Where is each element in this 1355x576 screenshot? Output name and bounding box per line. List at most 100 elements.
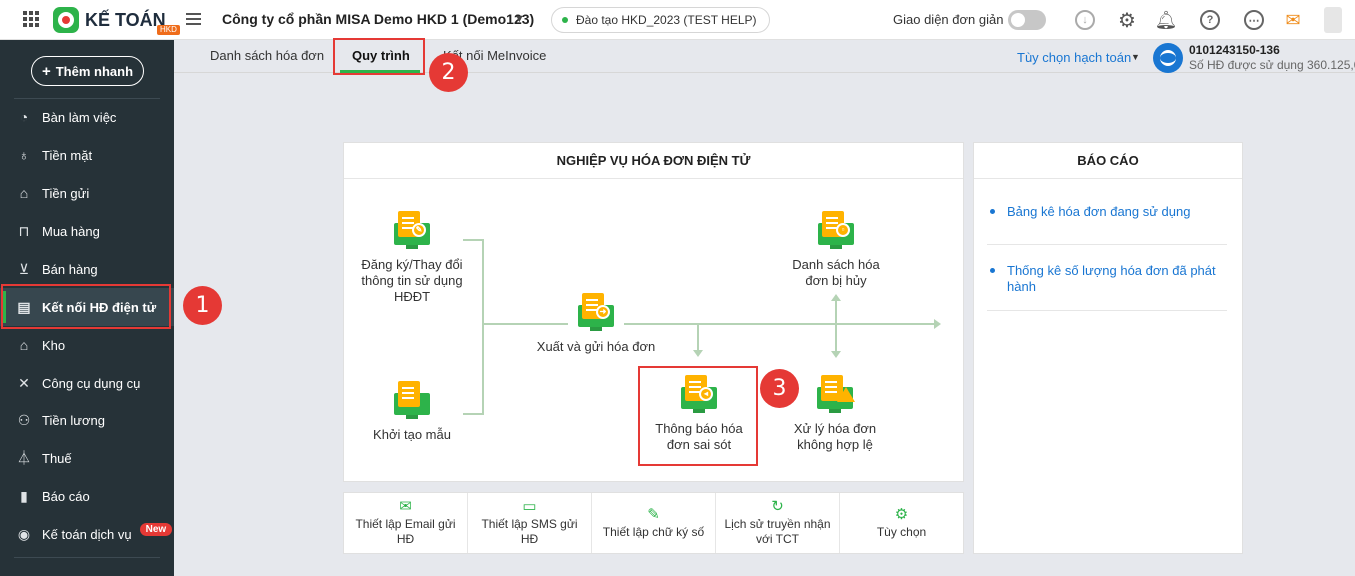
sidebar-item-warehouse[interactable]: ⌂ Kho <box>0 326 174 364</box>
options-label: Tùy chọn <box>876 524 927 539</box>
cancelled-list-item[interactable]: ▫ Danh sách hóa đơn bị hủy <box>783 211 889 289</box>
invalid-handle-label: Xử lý hóa đơn không hợp lệ <box>793 421 877 452</box>
sms-settings-label: Thiết lập SMS gửi HĐ <box>481 517 578 546</box>
sidebar-item-label: Tiền lương <box>42 412 105 428</box>
more-icon[interactable]: ⋯ <box>1243 9 1265 31</box>
arrow-up-icon <box>831 294 841 301</box>
signature-settings-label: Thiết lập chữ ký số <box>602 524 705 539</box>
arrow-down-icon <box>693 350 703 357</box>
app-name: KẾ TOÁN <box>85 10 166 30</box>
sidebar-item-dashboard[interactable]: ◔ Bàn làm việc <box>0 98 174 136</box>
tax-id: 0101243150-136 <box>1189 43 1280 57</box>
top-bar: KẾ TOÁN HKD Công ty cổ phần MISA Demo HK… <box>0 0 1355 40</box>
sidebar-item-tax[interactable]: ⏃ Thuế <box>0 439 174 477</box>
divider <box>987 244 1227 245</box>
init-template-label: Khởi tạo mẫu <box>373 427 451 442</box>
invoices-used: Số HĐ được sử dụng 360.125,0 <box>1189 58 1355 72</box>
warehouse-icon: ⌂ <box>19 337 29 353</box>
email-settings-button[interactable]: ✉ Thiết lập Email gửi HĐ <box>344 493 468 553</box>
meinvoice-logo-icon <box>1153 43 1183 73</box>
tax-history-button[interactable]: ↻ Lịch sử truyền nhận với TCT <box>716 493 840 553</box>
sidebar-item-service-accounting[interactable]: ◉ Kế toán dịch vụ New <box>0 515 174 553</box>
options-button[interactable]: ⚙ Tùy chọn <box>840 493 963 553</box>
avatar[interactable] <box>1324 7 1342 33</box>
arrow-right-icon <box>934 319 941 329</box>
plus-icon: + <box>41 62 51 80</box>
connector-line <box>697 324 699 350</box>
report-title: BÁO CÁO <box>974 143 1242 179</box>
sidebar-item-label: Công cụ dụng cụ <box>42 375 141 391</box>
process-title: NGHIỆP VỤ HÓA ĐƠN ĐIỆN TỬ <box>344 143 963 179</box>
report-link-issued-stats[interactable]: Thống kê số lượng hóa đơn đã phát hành <box>1007 263 1222 295</box>
highlight-box-error-notice <box>638 366 758 466</box>
service-icon: ◉ <box>17 525 31 542</box>
bell-icon[interactable]: 🔔︎ <box>1155 9 1178 31</box>
sidebar-item-label: Kho <box>42 337 66 353</box>
sidebar-item-label: Mua hàng <box>42 223 100 239</box>
sms-icon: ▭ <box>522 498 537 515</box>
app-edition-badge: HKD <box>157 25 180 35</box>
connector-line <box>482 239 484 415</box>
cart-icon: ⊻ <box>18 260 30 277</box>
shopping-bag-icon: ⊓ <box>18 222 30 239</box>
environment-label: Đào tạo HKD_2023 (TEST HELP) <box>576 13 757 27</box>
menu-toggle-icon[interactable] <box>186 13 201 25</box>
highlight-box-tab <box>333 38 425 75</box>
tax-history-label: Lịch sử truyền nhận với TCT <box>724 517 831 546</box>
step-1-marker: 1 <box>183 286 222 325</box>
sidebar-item-label: Thuế <box>42 450 72 466</box>
salary-icon: ⚇ <box>17 411 31 428</box>
signature-settings-button[interactable]: ✎ Thiết lập chữ ký số <box>592 493 716 553</box>
register-einvoice-item[interactable]: ✎ Đăng ký/Thay đổi thông tin sử dụng HĐĐ… <box>360 211 464 305</box>
connector-line <box>463 413 483 415</box>
settings-bar: ✉ Thiết lập Email gửi HĐ ▭ Thiết lập SMS… <box>343 492 964 554</box>
simple-mode-toggle[interactable] <box>1008 10 1046 30</box>
connector-line <box>463 239 483 241</box>
app-logo[interactable]: KẾ TOÁN HKD <box>53 5 180 35</box>
sidebar-item-salary[interactable]: ⚇ Tiền lương <box>0 401 174 439</box>
step-2-marker: 2 <box>429 53 468 92</box>
report-link-invoice-list[interactable]: Bảng kê hóa đơn đang sử dụng <box>1007 204 1217 220</box>
register-invoice-icon: ✎ <box>390 211 434 249</box>
init-template-item[interactable]: Khởi tạo mẫu <box>360 381 464 443</box>
issue-send-item[interactable]: ➜ Xuất và gửi hóa đơn <box>536 293 656 355</box>
tools-icon: ✕ <box>18 374 30 391</box>
gear-icon[interactable]: ⚙ <box>1116 9 1138 32</box>
sms-settings-button[interactable]: ▭ Thiết lập SMS gửi HĐ <box>468 493 592 553</box>
company-selector[interactable]: Công ty cổ phần MISA Demo HKD 1 (Demo123… <box>222 11 534 27</box>
report-icon: ▮ <box>20 487 28 504</box>
cancelled-invoice-icon: ▫ <box>814 211 858 249</box>
accounting-options-link[interactable]: Tùy chọn hạch toán <box>1017 50 1131 65</box>
bullet-icon <box>990 268 995 273</box>
divider <box>987 310 1227 311</box>
apps-grid-icon[interactable] <box>23 11 39 27</box>
environment-pill[interactable]: Đào tạo HKD_2023 (TEST HELP) <box>551 7 770 33</box>
chevron-down-icon[interactable]: ▼ <box>1131 52 1140 62</box>
sidebar-item-cash[interactable]: ♁ Tiền mặt <box>0 136 174 174</box>
sidebar-item-reports[interactable]: ▮ Báo cáo <box>0 477 174 515</box>
issue-send-label: Xuất và gửi hóa đơn <box>536 339 656 354</box>
cancelled-list-label: Danh sách hóa đơn bị hủy <box>792 257 880 288</box>
arrow-down-icon <box>831 351 841 358</box>
tab-invoice-list[interactable]: Danh sách hóa đơn <box>210 48 324 63</box>
download-icon[interactable]: ↓ <box>1074 9 1096 31</box>
sidebar-item-purchase[interactable]: ⊓ Mua hàng <box>0 212 174 250</box>
history-icon: ↻ <box>771 498 784 515</box>
register-label: Đăng ký/Thay đổi thông tin sử dụng HĐĐT <box>361 257 463 304</box>
email-icon: ✉ <box>399 498 412 515</box>
quick-add-button[interactable]: + Thêm nhanh <box>31 56 144 86</box>
gift-icon[interactable]: ✉ <box>1282 9 1304 31</box>
sidebar-item-tools[interactable]: ✕ Công cụ dụng cụ <box>0 364 174 402</box>
sidebar-item-label: Kế toán dịch vụ <box>42 526 132 542</box>
chevron-down-icon[interactable]: ▼ <box>514 13 525 25</box>
warning-invoice-icon <box>813 375 857 413</box>
help-icon[interactable]: ? <box>1199 9 1221 31</box>
step-3-marker: 3 <box>760 369 799 408</box>
misa-logo-icon <box>53 7 79 33</box>
sidebar-item-sales[interactable]: ⊻ Bán hàng <box>0 250 174 288</box>
divider <box>14 557 160 558</box>
sidebar-item-label: Bán hàng <box>42 261 98 277</box>
send-invoice-icon: ➜ <box>574 293 618 331</box>
sidebar-item-deposit[interactable]: ⌂ Tiền gửi <box>0 174 174 212</box>
status-dot-icon <box>562 17 568 23</box>
